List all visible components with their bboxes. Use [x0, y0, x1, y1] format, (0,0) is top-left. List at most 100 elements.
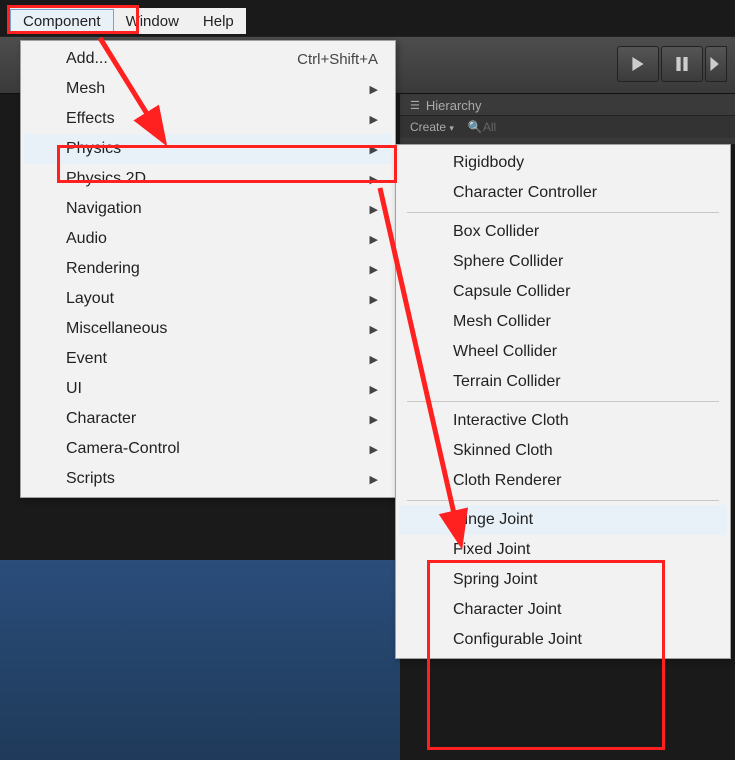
menu-separator: [407, 401, 719, 402]
submenu-hinge-joint[interactable]: Hinge Joint: [399, 505, 727, 535]
chevron-right-icon: ▶: [370, 233, 378, 246]
hierarchy-icon: ☰: [410, 99, 420, 112]
submenu-sphere-collider[interactable]: Sphere Collider: [399, 247, 727, 277]
menu-item-event[interactable]: Event ▶: [24, 344, 392, 374]
submenu-terrain-collider[interactable]: Terrain Collider: [399, 367, 727, 397]
submenu-configurable-joint[interactable]: Configurable Joint: [399, 625, 727, 655]
component-menu: Add... Ctrl+Shift+A Mesh ▶ Effects ▶ Phy…: [20, 40, 396, 498]
menubar: Component Window Help: [10, 8, 246, 34]
menu-item-label: Physics: [66, 140, 121, 158]
submenu-fixed-joint[interactable]: Fixed Joint: [399, 535, 727, 565]
menu-item-add[interactable]: Add... Ctrl+Shift+A: [24, 44, 392, 74]
menu-separator: [407, 212, 719, 213]
menu-item-miscellaneous[interactable]: Miscellaneous ▶: [24, 314, 392, 344]
menu-separator: [407, 500, 719, 501]
menu-item-effects[interactable]: Effects ▶: [24, 104, 392, 134]
menu-item-label: Spring Joint: [453, 571, 538, 589]
menu-item-label: Character: [66, 410, 136, 428]
menu-item-scripts[interactable]: Scripts ▶: [24, 464, 392, 494]
menu-item-navigation[interactable]: Navigation ▶: [24, 194, 392, 224]
menu-item-camera-control[interactable]: Camera-Control ▶: [24, 434, 392, 464]
menu-item-label: Character Joint: [453, 601, 562, 619]
menu-item-label: Box Collider: [453, 223, 539, 241]
play-button[interactable]: [617, 46, 659, 82]
chevron-right-icon: ▶: [370, 173, 378, 186]
menu-item-label: Camera-Control: [66, 440, 180, 458]
menu-item-ui[interactable]: UI ▶: [24, 374, 392, 404]
pause-button[interactable]: [661, 46, 703, 82]
hierarchy-create-dropdown[interactable]: Create ▾: [410, 120, 454, 134]
submenu-capsule-collider[interactable]: Capsule Collider: [399, 277, 727, 307]
hierarchy-panel: ☰ Hierarchy Create ▾ 🔍All: [400, 94, 735, 144]
submenu-character-joint[interactable]: Character Joint: [399, 595, 727, 625]
submenu-spring-joint[interactable]: Spring Joint: [399, 565, 727, 595]
menu-item-label: Add...: [66, 50, 108, 68]
menu-item-label: Effects: [66, 110, 115, 128]
hierarchy-label: Hierarchy: [426, 98, 482, 113]
pause-icon: [675, 57, 689, 71]
menu-item-label: Terrain Collider: [453, 373, 561, 391]
menu-item-label: Miscellaneous: [66, 320, 167, 338]
chevron-right-icon: ▶: [370, 203, 378, 216]
submenu-rigidbody[interactable]: Rigidbody: [399, 148, 727, 178]
menu-item-rendering[interactable]: Rendering ▶: [24, 254, 392, 284]
menu-item-label: Navigation: [66, 200, 142, 218]
scene-view-panel: [0, 560, 400, 760]
menu-item-physics2d[interactable]: Physics 2D ▶: [24, 164, 392, 194]
menubar-window[interactable]: Window: [114, 10, 191, 33]
menu-item-label: Mesh Collider: [453, 313, 551, 331]
hierarchy-tab[interactable]: ☰ Hierarchy: [400, 94, 735, 115]
step-button[interactable]: [705, 46, 727, 82]
submenu-skinned-cloth[interactable]: Skinned Cloth: [399, 436, 727, 466]
submenu-interactive-cloth[interactable]: Interactive Cloth: [399, 406, 727, 436]
hierarchy-search[interactable]: 🔍All: [468, 120, 496, 134]
menu-item-label: Capsule Collider: [453, 283, 570, 301]
menubar-component[interactable]: Component: [10, 9, 114, 34]
menu-item-audio[interactable]: Audio ▶: [24, 224, 392, 254]
menu-item-label: Event: [66, 350, 107, 368]
menu-item-label: Cloth Renderer: [453, 472, 562, 490]
menu-item-character[interactable]: Character ▶: [24, 404, 392, 434]
menu-item-mesh[interactable]: Mesh ▶: [24, 74, 392, 104]
chevron-right-icon: ▶: [370, 413, 378, 426]
submenu-character-controller[interactable]: Character Controller: [399, 178, 727, 208]
chevron-right-icon: ▶: [370, 293, 378, 306]
chevron-right-icon: ▶: [370, 383, 378, 396]
chevron-right-icon: ▶: [370, 443, 378, 456]
menu-item-label: Physics 2D: [66, 170, 146, 188]
menubar-help[interactable]: Help: [191, 10, 246, 33]
hierarchy-toolbar: Create ▾ 🔍All: [400, 115, 735, 138]
menu-item-label: Rigidbody: [453, 154, 524, 172]
chevron-right-icon: ▶: [370, 83, 378, 96]
chevron-right-icon: ▶: [370, 143, 378, 156]
play-icon: [631, 57, 645, 71]
menu-item-label: UI: [66, 380, 82, 398]
submenu-cloth-renderer[interactable]: Cloth Renderer: [399, 466, 727, 496]
submenu-mesh-collider[interactable]: Mesh Collider: [399, 307, 727, 337]
chevron-right-icon: ▶: [370, 473, 378, 486]
submenu-box-collider[interactable]: Box Collider: [399, 217, 727, 247]
menu-item-label: Hinge Joint: [453, 511, 533, 529]
menu-item-label: Skinned Cloth: [453, 442, 553, 460]
menu-item-label: Layout: [66, 290, 114, 308]
menu-item-physics[interactable]: Physics ▶: [24, 134, 392, 164]
chevron-right-icon: ▶: [370, 353, 378, 366]
menu-item-label: Audio: [66, 230, 107, 248]
menu-item-label: Sphere Collider: [453, 253, 563, 271]
menu-item-label: Interactive Cloth: [453, 412, 569, 430]
menu-item-layout[interactable]: Layout ▶: [24, 284, 392, 314]
submenu-wheel-collider[interactable]: Wheel Collider: [399, 337, 727, 367]
menu-item-label: Configurable Joint: [453, 631, 582, 649]
chevron-right-icon: ▶: [370, 263, 378, 276]
menu-item-label: Character Controller: [453, 184, 597, 202]
menu-item-label: Scripts: [66, 470, 115, 488]
menu-item-label: Fixed Joint: [453, 541, 530, 559]
step-icon: [709, 57, 723, 71]
chevron-right-icon: ▶: [370, 323, 378, 336]
menu-item-label: Rendering: [66, 260, 140, 278]
menu-item-label: Wheel Collider: [453, 343, 557, 361]
chevron-right-icon: ▶: [370, 113, 378, 126]
physics-submenu: Rigidbody Character Controller Box Colli…: [395, 144, 731, 659]
play-controls: [617, 46, 727, 82]
menu-item-label: Mesh: [66, 80, 105, 98]
